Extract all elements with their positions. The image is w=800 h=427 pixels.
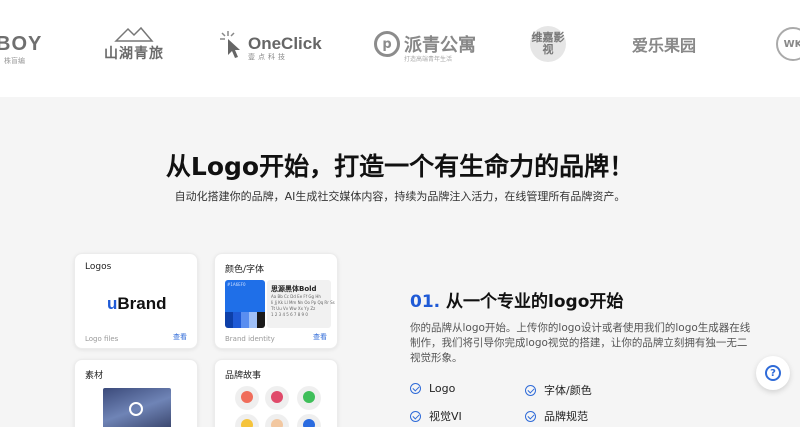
card-title: 素材 xyxy=(85,371,104,381)
feature-number: 01. xyxy=(410,292,441,312)
logo-text: 维嘉影视 xyxy=(530,26,566,62)
check-label: Logo xyxy=(429,382,456,395)
logo-text: BOY xyxy=(0,32,43,55)
logo-subtext: 株盲编 xyxy=(4,57,25,65)
check-label: 品牌规范 xyxy=(544,410,588,423)
view-color-font-link[interactable]: 查看 xyxy=(313,332,327,342)
card-title: 颜色/字体 xyxy=(225,265,265,275)
material-card[interactable]: 素材 xyxy=(74,359,198,427)
feature-check-vi: 视觉VI xyxy=(410,408,462,424)
question-icon: ? xyxy=(765,365,781,381)
check-label: 视觉VI xyxy=(429,410,462,423)
logo-text: WK xyxy=(776,27,800,61)
card-title: 品牌故事 xyxy=(225,371,262,381)
check-label: 字体/颜色 xyxy=(544,384,592,397)
brand-text: Brand xyxy=(117,294,167,313)
partner-logo-aile: 爱乐果园 xyxy=(632,22,696,66)
cursor-click-icon xyxy=(220,31,240,58)
logo-subtext: 壹点科技 xyxy=(248,53,288,61)
font-preview: 思源黑体Bold Aa Bb Cc Dd Ee Ff Gg Hh Ii Jj K… xyxy=(267,280,335,328)
logo-text: 山湖青旅 xyxy=(104,45,164,61)
partner-logo-shanhu: 山湖青旅 xyxy=(104,22,164,66)
check-circle-icon xyxy=(410,383,421,394)
logos-card[interactable]: Logos uBrand Logo files 查看 xyxy=(74,253,198,349)
sticker-icon xyxy=(297,414,321,427)
partner-logo-strip: BOY 株盲编 山湖青旅 OneClick 壹点科技 p 派青公寓 打造高端青年… xyxy=(0,0,800,97)
card-footer: Logo files xyxy=(85,335,119,343)
sticker-icon xyxy=(235,386,259,410)
partner-logo-weijia: 维嘉影视 xyxy=(530,22,566,66)
hero-title: 从Logo开始，打造一个有生命力的品牌！ xyxy=(165,152,635,181)
sticker-icon xyxy=(265,414,289,427)
sticker-icon xyxy=(235,414,259,427)
card-title: Logos xyxy=(85,262,112,272)
help-button[interactable]: ? xyxy=(756,356,790,390)
feature-title: 01. 从一个专业的logo开始 xyxy=(410,287,623,312)
brand-logo-preview: uBrand xyxy=(107,294,167,314)
logo-text: OneClick xyxy=(248,34,322,53)
feature-check-guidelines: 品牌规范 xyxy=(525,408,588,424)
color-font-card[interactable]: 颜色/字体 #1A6EF0 思源黑体Bold Aa Bb Cc Dd Ee Ff… xyxy=(214,253,338,349)
swatch-shades xyxy=(225,312,265,328)
p-mark-icon: p xyxy=(374,31,400,57)
check-circle-icon xyxy=(410,410,421,422)
feature-check-logo: Logo xyxy=(410,382,455,395)
font-name: 思源黑体Bold xyxy=(271,285,317,293)
material-photo xyxy=(103,388,171,427)
view-logos-link[interactable]: 查看 xyxy=(173,332,187,342)
mountain-icon xyxy=(114,26,154,42)
partner-logo-oneclick: OneClick 壹点科技 xyxy=(218,22,322,66)
partner-logo-wk: WK xyxy=(776,22,800,66)
card-footer: Brand identity xyxy=(225,335,275,343)
logo-subtext: 打造高端青年生活 xyxy=(404,56,453,63)
brand-story-card[interactable]: 品牌故事 xyxy=(214,359,338,427)
brand-prefix: u xyxy=(107,294,118,313)
font-sample: 1 2 3 4 5 6 7 8 9 0 xyxy=(271,312,308,317)
partner-logo-boy: BOY 株盲编 xyxy=(0,22,42,66)
sticker-icon xyxy=(265,386,289,410)
check-circle-icon xyxy=(525,384,536,396)
feature-check-font-color: 字体/颜色 xyxy=(525,382,592,398)
feature-description: 你的品牌从logo开始。上传你的logo设计或者使用我们的logo生成器在线制作… xyxy=(410,322,751,364)
feature-title-text: 从一个专业的logo开始 xyxy=(446,292,624,312)
check-circle-icon xyxy=(525,410,536,422)
search-icon xyxy=(129,402,143,416)
sticker-icon xyxy=(297,386,321,410)
hero-subtitle: 自动化搭建你的品牌，AI生成社交媒体内容，持续为品牌注入活力，在线管理所有品牌资… xyxy=(174,190,626,203)
color-swatch: #1A6EF0 xyxy=(225,280,265,328)
logo-text: 爱乐果园 xyxy=(632,38,697,55)
swatch-label: #1A6EF0 xyxy=(225,280,265,312)
partner-logo-paiqing: p 派青公寓 打造高端青年生活 xyxy=(374,22,476,66)
